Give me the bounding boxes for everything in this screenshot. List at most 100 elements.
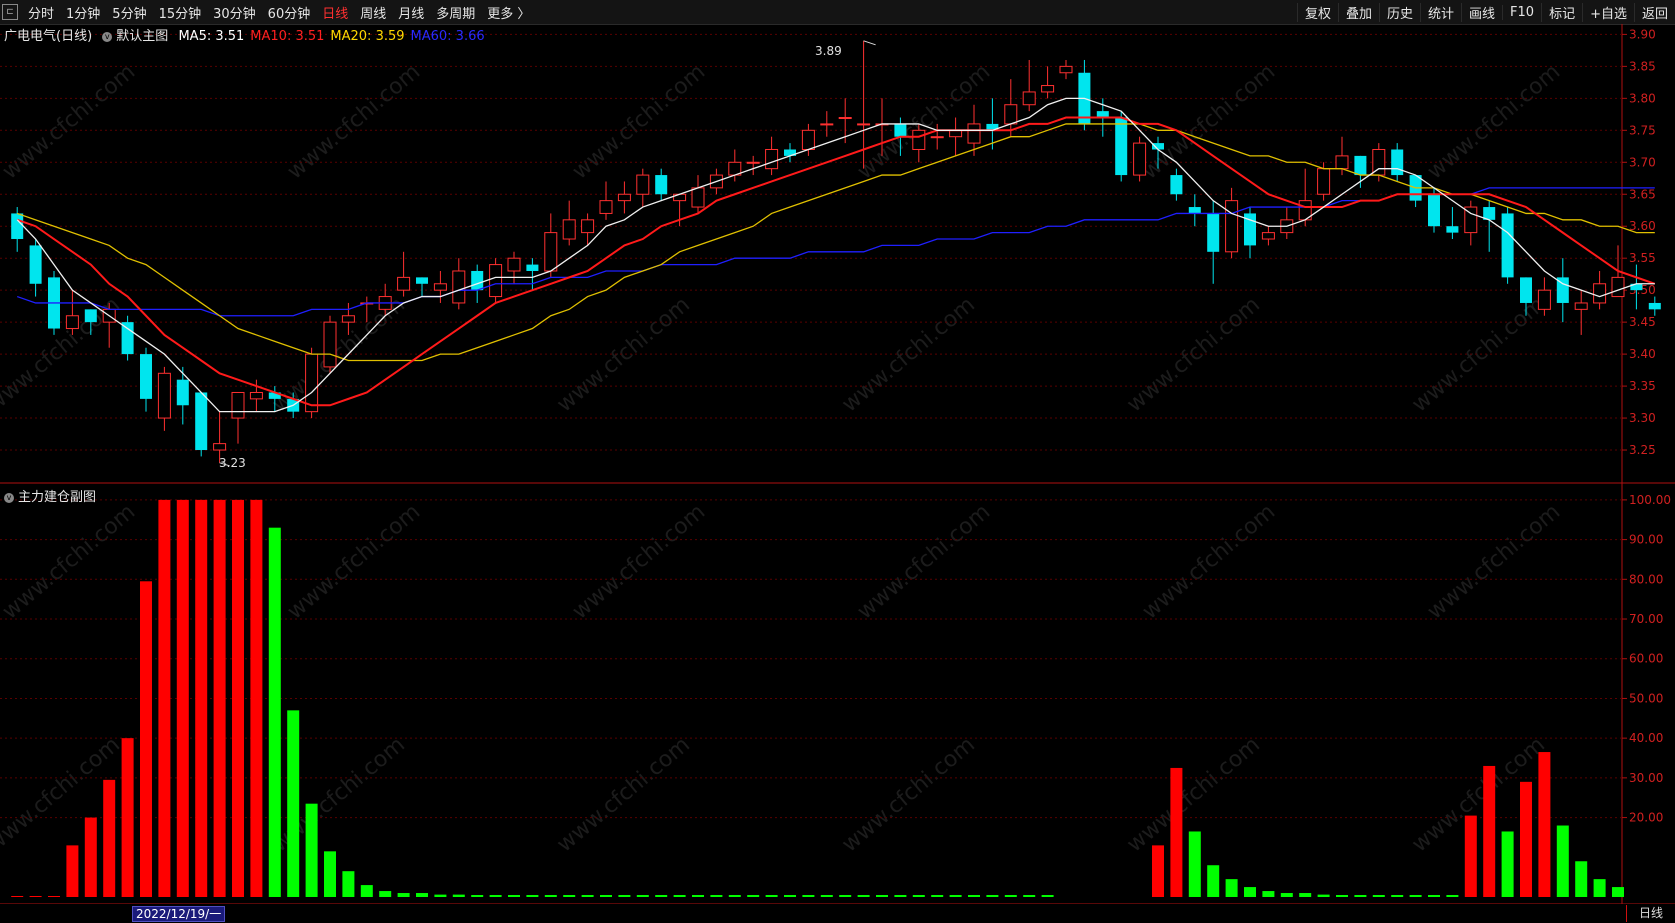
candle-body	[1501, 213, 1514, 278]
sub-bar-baseline	[11, 896, 24, 897]
candle-body	[1428, 194, 1440, 227]
sub-bar	[397, 893, 410, 897]
watermark: www.cfchi.com	[1138, 59, 1280, 184]
candle-body	[84, 309, 97, 323]
sub-tick-label: 60.00	[1629, 652, 1663, 666]
ma-label: MA10: 3.51	[250, 29, 325, 44]
time-axis	[0, 904, 1675, 923]
candle-body	[1317, 168, 1331, 195]
sub-bar	[1483, 765, 1496, 897]
sub-bar	[305, 803, 318, 897]
price-tick-label: 3.40	[1629, 347, 1656, 361]
sub-bar	[673, 895, 686, 897]
watermark: www.cfchi.com	[1122, 292, 1264, 417]
sub-bar	[544, 895, 557, 897]
price-tick-label: 3.30	[1629, 411, 1656, 425]
sub-bar	[563, 895, 576, 897]
sub-bar	[379, 891, 392, 897]
candle-body	[249, 391, 263, 400]
sub-bar	[876, 895, 888, 897]
sub-tick-label: 100.00	[1629, 493, 1671, 507]
sub-bar	[1391, 895, 1404, 897]
candle-body	[562, 219, 576, 240]
sub-bar	[894, 895, 907, 897]
candle-body	[930, 136, 944, 139]
candle-body	[1225, 200, 1239, 253]
sub-bar	[728, 895, 741, 897]
watermark: www.cfchi.com	[0, 499, 140, 624]
sub-tick-label: 40.00	[1629, 731, 1663, 745]
candle-body	[1188, 207, 1201, 214]
sub-bar	[1262, 891, 1275, 897]
candle-body	[416, 277, 428, 284]
price-tick-label: 3.75	[1629, 123, 1656, 137]
sub-bar	[452, 894, 465, 897]
sub-bar	[1501, 831, 1514, 897]
sub-bar	[784, 895, 796, 897]
price-tick-label: 3.35	[1629, 379, 1656, 393]
sub-bar	[600, 895, 612, 897]
chevron-down-icon: v	[4, 492, 14, 503]
candle-body	[1261, 232, 1275, 240]
candle-body	[29, 245, 42, 284]
candle-body	[1648, 302, 1661, 310]
sub-bar	[416, 893, 428, 897]
chart-canvas[interactable]: www.cfchi.com www.cfchi.com www.cfchi.com w…	[0, 0, 1675, 923]
watermark: www.cfchi.com	[837, 292, 979, 417]
sub-bar-baseline	[48, 896, 60, 897]
sub-legend[interactable]: v 主力建仓副图	[4, 486, 96, 505]
sub-bar	[232, 499, 244, 897]
template-toggle[interactable]: v 默认主图	[102, 29, 168, 44]
sub-tick-label: 50.00	[1629, 691, 1663, 705]
sub-bar	[508, 895, 520, 897]
sub-bar	[176, 499, 189, 897]
period-indicator[interactable]: 日线	[1626, 905, 1675, 922]
sub-bar	[471, 895, 484, 897]
watermark: www.cfchi.com	[1423, 499, 1565, 624]
candle-body	[176, 379, 189, 406]
sub-bar	[489, 895, 502, 897]
chevron-down-icon: v	[102, 31, 113, 42]
sub-bar	[360, 885, 373, 897]
stock-title: 广电电气(日线)	[4, 29, 93, 44]
sub-bar	[250, 499, 263, 897]
candle-body	[1446, 226, 1459, 233]
ma5-line	[16, 97, 1655, 413]
watermark: www.cfchi.com	[1407, 292, 1549, 417]
ma10-line	[16, 116, 1656, 407]
main-legend: 广电电气(日线) v 默认主图 MA5: 3.51 MA10: 3.51 MA20: …	[4, 25, 485, 44]
sub-tick-label: 20.00	[1629, 811, 1663, 825]
watermark: www.cfchi.com	[283, 499, 425, 624]
candle-body	[1170, 175, 1183, 195]
candle-body	[471, 270, 484, 291]
ma-labels: MA5: 3.51 MA10: 3.51 MA20: 3.59 MA60: 3.66	[172, 29, 484, 44]
sub-bar	[986, 895, 999, 897]
candle-body	[765, 148, 779, 170]
sub-bar	[820, 895, 833, 897]
date-cursor-label: 2022/12/19/一	[132, 906, 226, 922]
candle-body	[1537, 289, 1551, 310]
watermark: www.cfchi.com	[552, 732, 694, 857]
sub-bar	[1409, 895, 1422, 897]
sub-bar	[103, 779, 116, 897]
candle-body	[838, 117, 852, 120]
sub-bar	[121, 738, 134, 897]
sub-bar	[1225, 879, 1238, 897]
ma60-line	[16, 187, 1655, 317]
candle-body	[544, 232, 558, 272]
sub-bar	[1280, 893, 1293, 897]
sub-tick-label: 90.00	[1629, 533, 1663, 547]
sub-chart-title: 主力建仓副图	[18, 490, 97, 505]
sub-tick-label: 30.00	[1629, 771, 1663, 785]
candle-body	[1004, 104, 1018, 125]
price-tick-label: 3.55	[1629, 251, 1656, 265]
sub-bar	[1207, 865, 1220, 897]
sub-bar	[839, 895, 852, 897]
candle-body	[1335, 155, 1349, 170]
sub-bar	[66, 845, 79, 897]
sub-bar	[1041, 895, 1054, 897]
low-price-marker: 3.23	[219, 456, 246, 470]
sub-bar	[324, 851, 336, 897]
sub-bar	[1004, 895, 1017, 897]
watermark: www.cfchi.com	[837, 732, 979, 857]
